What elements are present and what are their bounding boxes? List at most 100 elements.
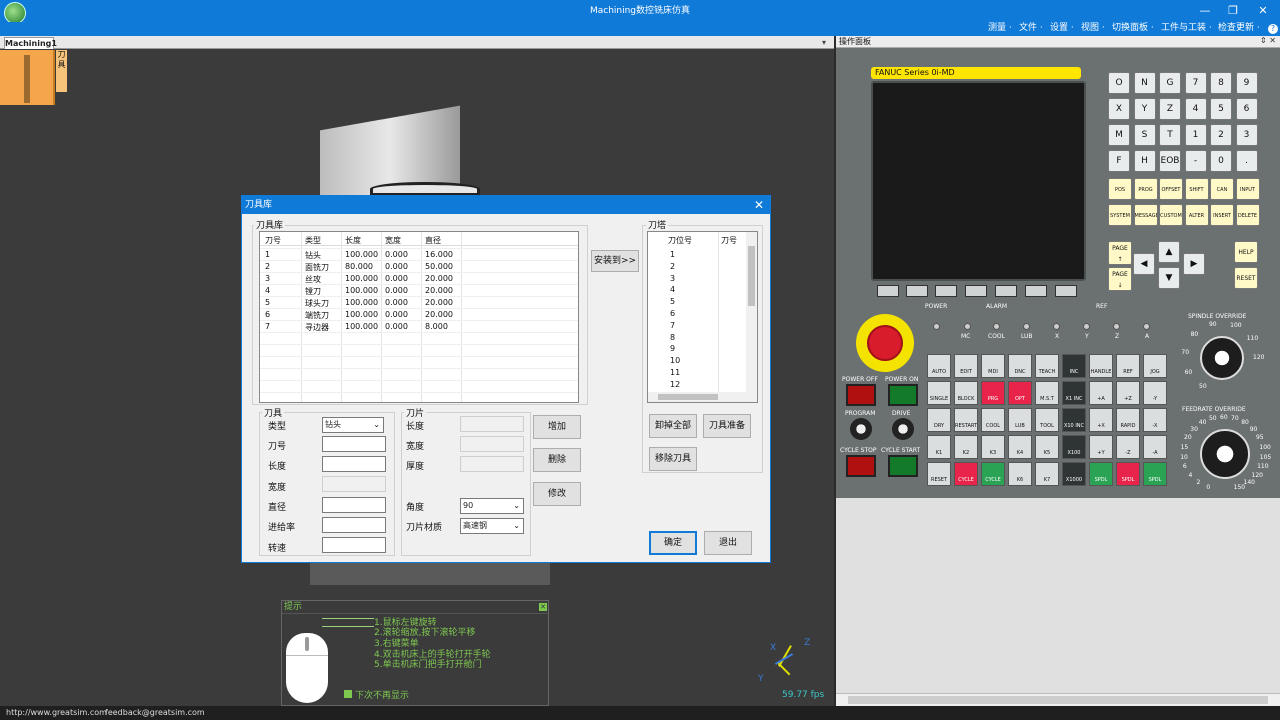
address-key[interactable]: G <box>1159 72 1181 94</box>
operator-key[interactable]: SINGLE BLOCK <box>927 381 951 405</box>
operator-key[interactable]: CYCLE STOP <box>954 462 978 486</box>
address-key[interactable]: Z <box>1159 98 1181 120</box>
feed-rate-input[interactable] <box>322 517 386 533</box>
address-key[interactable]: - <box>1184 150 1207 172</box>
menu-settings[interactable]: 设置 · <box>1050 22 1074 35</box>
address-key[interactable]: N <box>1133 72 1156 94</box>
feedrate-override-knob[interactable] <box>1200 429 1250 479</box>
operator-key[interactable]: TEACH <box>1035 354 1059 378</box>
address-key[interactable]: 8 <box>1210 72 1232 94</box>
power-off-button[interactable] <box>846 384 876 406</box>
menu-switch-panel[interactable]: 切换面板 · <box>1112 22 1154 35</box>
operator-key[interactable]: RESET <box>927 462 951 486</box>
function-key[interactable]: CAN <box>1210 178 1234 200</box>
function-key[interactable]: SHIFT <box>1184 178 1209 200</box>
col-header-width[interactable]: 宽度 <box>385 235 401 246</box>
drive-key-switch[interactable] <box>892 418 914 440</box>
softkey-5[interactable] <box>1025 285 1047 297</box>
menu-measure[interactable]: 测量 · <box>988 22 1012 35</box>
operator-key[interactable]: K7 <box>1035 462 1059 486</box>
magazine-row[interactable]: 1 <box>670 250 675 259</box>
tool-library-list[interactable]: 刀号 类型 长度 宽度 直径 1 钻头 100.000 0.000 16.000 2 面铣刀… <box>259 231 579 403</box>
operator-key[interactable]: M.S.T LOCK <box>1035 381 1059 405</box>
magazine-row[interactable]: 3 <box>670 274 675 283</box>
function-key[interactable]: INPUT <box>1235 178 1260 200</box>
operator-key[interactable]: -A <box>1143 435 1167 459</box>
softkey-3[interactable] <box>965 285 987 297</box>
operator-key[interactable]: REF <box>1116 354 1140 378</box>
address-key[interactable]: 9 <box>1235 72 1258 94</box>
page-up-key[interactable]: PAGE ↑ <box>1108 241 1132 265</box>
softkey-4[interactable] <box>995 285 1017 297</box>
operator-key[interactable]: COOL <box>981 408 1005 432</box>
col-header-tool-number[interactable]: 刀号 <box>721 235 737 246</box>
operator-key[interactable]: PRG STOP <box>981 381 1005 405</box>
operator-key[interactable]: DNC <box>1008 354 1032 378</box>
address-key[interactable]: 1 <box>1184 124 1207 146</box>
address-key[interactable]: F <box>1108 150 1130 172</box>
operator-key[interactable]: SPDL CW <box>1089 462 1113 486</box>
magazine-list[interactable]: 刀位号 刀号 1 2 3 4 5 6 7 8 9 10 11 12 <box>647 231 758 403</box>
function-key[interactable]: DELETE <box>1235 204 1260 226</box>
cursor-left-key[interactable]: ◀ <box>1133 253 1155 275</box>
tool-type-select[interactable]: 钻头 ⌄ <box>322 417 384 433</box>
cursor-down-key[interactable]: ▼ <box>1158 267 1180 289</box>
operator-key[interactable]: -Z <box>1116 435 1140 459</box>
operator-key[interactable]: +A <box>1089 381 1113 405</box>
function-key[interactable]: OFFSET SETTING <box>1159 178 1183 200</box>
exit-button[interactable]: 退出 <box>704 531 752 555</box>
maximize-button[interactable]: ❐ <box>1218 0 1248 22</box>
operator-key[interactable]: K6 <box>1008 462 1032 486</box>
menu-file[interactable]: 文件 · <box>1019 22 1043 35</box>
modify-button[interactable]: 修改 <box>533 482 581 506</box>
magazine-row[interactable]: 10 <box>670 356 680 365</box>
magazine-row[interactable]: 12 <box>670 380 680 389</box>
magazine-row[interactable]: 4 <box>670 285 675 294</box>
operator-key[interactable]: RESTART <box>954 408 978 432</box>
tab-dropdown-icon[interactable]: ▾ <box>822 38 826 47</box>
tool-number-input[interactable] <box>322 436 386 452</box>
magazine-row[interactable]: 2 <box>670 262 675 271</box>
operator-key[interactable]: LUB <box>1008 408 1032 432</box>
address-key[interactable]: Y <box>1133 98 1156 120</box>
tab-machining1[interactable]: Machining1 <box>4 37 57 49</box>
unload-all-button[interactable]: 卸掉全部 <box>649 414 697 438</box>
tool-thumbnail[interactable] <box>0 50 55 105</box>
operator-key[interactable]: X10 INC <box>1062 408 1086 432</box>
softkey-next[interactable] <box>1055 285 1077 297</box>
function-key[interactable]: CUSTOM GRAPH <box>1159 204 1183 226</box>
operator-key[interactable]: MDI <box>981 354 1005 378</box>
panel-pin-close[interactable]: ⇕ ✕ <box>1260 36 1276 45</box>
operator-key[interactable]: K5 <box>1035 435 1059 459</box>
function-key[interactable]: INSERT <box>1210 204 1234 226</box>
address-key[interactable]: 2 <box>1210 124 1232 146</box>
operator-key[interactable]: K3 <box>981 435 1005 459</box>
remove-tool-button[interactable]: 移除刀具 <box>649 447 697 471</box>
magazine-hscrollbar[interactable] <box>648 392 757 402</box>
cursor-up-key[interactable]: ▲ <box>1158 241 1180 263</box>
magazine-row[interactable]: 5 <box>670 297 675 306</box>
operator-key[interactable]: +X <box>1089 408 1113 432</box>
address-key[interactable]: S <box>1133 124 1156 146</box>
softkey-prev[interactable] <box>877 285 899 297</box>
emergency-stop-button[interactable] <box>856 314 914 372</box>
softkey-1[interactable] <box>906 285 928 297</box>
operator-key[interactable]: CYCLE START <box>981 462 1005 486</box>
address-key[interactable]: 4 <box>1184 98 1207 120</box>
menu-workpiece[interactable]: 工件与工装 · <box>1161 22 1212 35</box>
tool-diameter-input[interactable] <box>322 497 386 513</box>
address-key[interactable]: 5 <box>1210 98 1232 120</box>
operator-key[interactable]: X100 INC <box>1062 435 1086 459</box>
tool-length-input[interactable] <box>322 456 386 472</box>
address-key[interactable]: 6 <box>1235 98 1258 120</box>
add-button[interactable]: 增加 <box>533 415 581 439</box>
operator-key[interactable]: AUTO <box>927 354 951 378</box>
spindle-speed-input[interactable] <box>322 537 386 553</box>
cycle-start-button[interactable] <box>888 455 918 477</box>
col-header-type[interactable]: 类型 <box>305 235 321 246</box>
address-key[interactable]: H <box>1133 150 1156 172</box>
operator-key[interactable]: HANDLE <box>1089 354 1113 378</box>
operator-key[interactable]: K4 <box>1008 435 1032 459</box>
minimize-button[interactable]: — <box>1190 0 1220 22</box>
function-key[interactable]: POS <box>1108 178 1132 200</box>
